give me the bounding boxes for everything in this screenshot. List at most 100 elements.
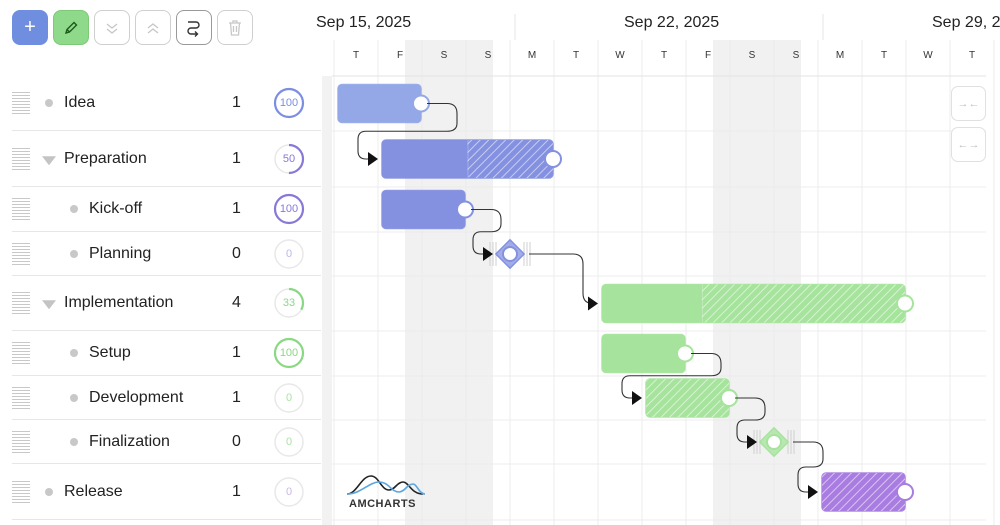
collapse-toggle-icon[interactable] [42, 300, 56, 310]
bullet-icon [70, 437, 78, 446]
task-row[interactable]: Kick-off 1 100 [12, 187, 321, 232]
progress-ring[interactable]: 100 [273, 87, 305, 119]
day-label: M [835, 50, 845, 61]
task-end-handle [544, 150, 562, 168]
task-row[interactable]: Finalization 0 0 [12, 420, 321, 464]
progress-ring[interactable]: 0 [273, 426, 305, 458]
zoom-in-button[interactable]: →← [951, 86, 986, 121]
bullet-icon [70, 393, 78, 402]
task-remaining [646, 379, 729, 417]
drag-handle-icon[interactable] [12, 292, 30, 314]
task-row[interactable]: Planning 0 0 [12, 232, 321, 276]
task-progress [602, 284, 702, 323]
task-row[interactable]: Release 1 0 [12, 464, 321, 520]
progress-ring[interactable]: 100 [273, 337, 305, 369]
zoom-out-button[interactable]: ←→ [951, 127, 986, 162]
task-count: 4 [232, 294, 241, 311]
dependency-link [529, 253, 597, 305]
task-remaining [701, 284, 905, 323]
task-name[interactable]: Development [89, 389, 183, 407]
progress-label: 100 [279, 97, 299, 109]
progress-label: 50 [282, 152, 296, 165]
progress-label: 0 [285, 485, 293, 498]
day-label: W [923, 50, 933, 61]
drag-handle-icon[interactable] [12, 198, 30, 220]
drag-handle-icon[interactable] [12, 480, 30, 503]
task-name[interactable]: Idea [64, 94, 95, 112]
day-label: T [352, 50, 360, 61]
day-label: S [440, 50, 448, 61]
link-arrowhead [632, 391, 642, 405]
task-count: 1 [232, 94, 241, 111]
collapse-toggle-icon[interactable] [42, 155, 56, 165]
drag-handle-icon[interactable] [12, 147, 30, 170]
task-count: 1 [232, 149, 241, 167]
task-row[interactable]: Idea 1 100 [12, 76, 321, 131]
task-count: 1 [232, 482, 241, 500]
arrows-out-icon: ←→ [957, 138, 980, 151]
progress-label: 0 [285, 391, 293, 404]
task-end-handle [412, 94, 430, 113]
task-bar-idea [337, 83, 422, 124]
drag-handle-icon[interactable] [12, 386, 30, 409]
bullet-icon [45, 487, 53, 496]
task-name[interactable]: Finalization [89, 433, 170, 451]
task-row[interactable]: Development 1 0 [12, 376, 321, 420]
task-row[interactable]: Preparation 1 50 [12, 131, 321, 187]
task-name[interactable]: Preparation [64, 150, 147, 168]
link-arrowhead [368, 152, 378, 166]
task-row[interactable]: Implementation 4 33 [12, 276, 321, 331]
task-bar-setup [601, 333, 686, 374]
day-label: S [484, 50, 492, 61]
progress-label: 100 [279, 203, 299, 215]
drag-handle-icon[interactable] [12, 242, 30, 265]
task-remaining [822, 473, 905, 511]
bullet-icon [70, 249, 78, 258]
link-arrowhead [808, 485, 818, 499]
day-label: T [572, 50, 580, 61]
task-remaining [467, 140, 553, 178]
progress-label: 100 [279, 347, 299, 359]
progress-ring[interactable]: 50 [273, 143, 305, 175]
progress-label: 33 [282, 297, 296, 309]
drag-handle-icon[interactable] [12, 92, 30, 114]
progress-ring[interactable]: 0 [273, 238, 305, 270]
progress-label: 0 [285, 435, 293, 448]
task-count: 1 [232, 344, 241, 361]
arrows-in-icon: →← [957, 97, 980, 110]
drag-handle-icon[interactable] [12, 430, 30, 453]
weekend-column [713, 40, 757, 525]
progress-label: 0 [285, 247, 293, 260]
drag-handle-icon[interactable] [12, 342, 30, 364]
task-end-handle [896, 483, 914, 501]
task-row[interactable]: Setup 1 100 [12, 331, 321, 376]
milestone-handle [502, 246, 518, 262]
task-name[interactable]: Release [64, 483, 123, 501]
day-label: T [968, 50, 976, 61]
task-count: 1 [232, 388, 241, 406]
task-bar-kick-off [381, 189, 466, 230]
task-name[interactable]: Implementation [64, 294, 173, 312]
week-label: Sep 22, 2025 [624, 14, 720, 31]
day-label: T [660, 50, 668, 61]
progress-ring[interactable]: 0 [273, 382, 305, 414]
progress-ring[interactable]: 33 [273, 287, 305, 319]
day-label: W [615, 50, 625, 61]
progress-ring[interactable]: 100 [273, 193, 305, 225]
week-label: Sep 29, 2 [932, 14, 1000, 31]
weekend-column [449, 40, 493, 525]
task-end-handle [720, 389, 738, 407]
task-name[interactable]: Setup [89, 344, 131, 362]
progress-ring[interactable]: 0 [273, 476, 305, 508]
logo-text: AMCHARTS [349, 498, 416, 510]
task-name[interactable]: Kick-off [89, 200, 142, 218]
amcharts-logo[interactable]: AMCHARTS [345, 474, 427, 514]
bullet-icon [70, 205, 78, 213]
task-end-handle [896, 294, 914, 313]
task-count: 0 [232, 244, 241, 262]
splitter[interactable] [322, 76, 332, 525]
task-name[interactable]: Planning [89, 245, 151, 263]
task-progress [382, 140, 468, 178]
day-label: F [704, 50, 712, 61]
link-arrowhead [588, 296, 598, 311]
